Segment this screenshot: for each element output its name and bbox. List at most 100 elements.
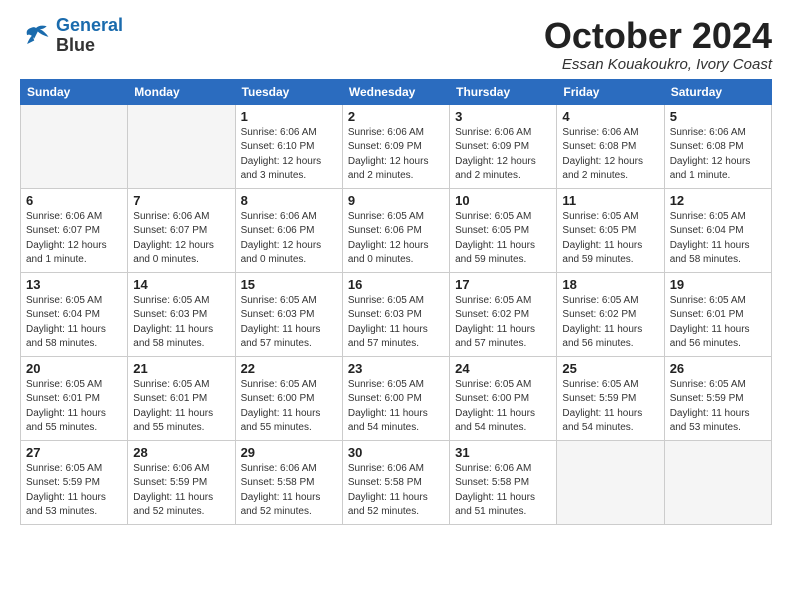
day-number: 20 xyxy=(26,361,122,376)
calendar-cell xyxy=(557,440,664,524)
calendar-day-header: Thursday xyxy=(450,79,557,104)
day-number: 16 xyxy=(348,277,444,292)
calendar-cell: 29 Sunrise: 6:06 AMSunset: 5:58 PMDayligh… xyxy=(235,440,342,524)
calendar-day-header: Sunday xyxy=(21,79,128,104)
calendar-week-row: 27Sunrise: 6:05 AMSunset: 5:59 PMDayligh… xyxy=(21,440,772,524)
day-number: 28 xyxy=(133,445,229,460)
calendar-cell: 20 Sunrise: 6:05 AMSunset: 6:01 PMDayligh… xyxy=(21,356,128,440)
calendar-cell: 3Sunrise: 6:06 AMSunset: 6:09 PMDaylight… xyxy=(450,104,557,188)
day-info: Sunrise: 6:06 AMSunset: 5:59 PMDaylight:… xyxy=(133,462,229,520)
title-block: October 2024 Essan Kouakoukro, Ivory Coa… xyxy=(544,16,772,73)
day-number: 24 xyxy=(455,361,551,376)
calendar-cell: 13 Sunrise: 6:05 AMSunset: 6:04 PMDayligh… xyxy=(21,272,128,356)
calendar-cell: 30Sunrise: 6:06 AMSunset: 5:58 PMDayligh… xyxy=(342,440,449,524)
calendar-cell: 10 Sunrise: 6:05 AMSunset: 6:05 PMDayligh… xyxy=(450,188,557,272)
page: General Blue October 2024 Essan Kouakouk… xyxy=(0,0,792,535)
calendar-cell: 17 Sunrise: 6:05 AMSunset: 6:02 PMDayligh… xyxy=(450,272,557,356)
day-info: Sunrise: 6:05 AMSunset: 6:01 PMDaylight:… xyxy=(670,294,766,352)
calendar-cell: 7Sunrise: 6:06 AMSunset: 6:07 PMDaylight… xyxy=(128,188,235,272)
calendar-cell: 11 Sunrise: 6:05 AMSunset: 6:05 PMDayligh… xyxy=(557,188,664,272)
day-info: Sunrise: 6:05 AMSunset: 6:03 PMDaylight:… xyxy=(241,294,337,352)
calendar-cell: 4Sunrise: 6:06 AMSunset: 6:08 PMDaylight… xyxy=(557,104,664,188)
day-info: Sunrise: 6:06 AMSunset: 6:08 PMDaylight:… xyxy=(670,126,766,184)
calendar-cell xyxy=(664,440,771,524)
calendar-cell xyxy=(21,104,128,188)
logo-bird-icon xyxy=(20,22,52,50)
day-number: 17 xyxy=(455,277,551,292)
day-number: 8 xyxy=(241,193,337,208)
calendar-cell: 31Sunrise: 6:06 AMSunset: 5:58 PMDayligh… xyxy=(450,440,557,524)
day-info: Sunrise: 6:05 AMSunset: 6:04 PMDaylight:… xyxy=(26,294,122,352)
calendar-cell: 24 Sunrise: 6:05 AMSunset: 6:00 PMDayligh… xyxy=(450,356,557,440)
calendar-cell: 15 Sunrise: 6:05 AMSunset: 6:03 PMDayligh… xyxy=(235,272,342,356)
calendar-cell: 25 Sunrise: 6:05 AMSunset: 5:59 PMDayligh… xyxy=(557,356,664,440)
calendar-week-row: 6Sunrise: 6:06 AMSunset: 6:07 PMDaylight… xyxy=(21,188,772,272)
day-number: 4 xyxy=(562,109,658,124)
day-info: Sunrise: 6:06 AMSunset: 6:07 PMDaylight:… xyxy=(133,210,229,268)
day-info: Sunrise: 6:05 AMSunset: 5:59 PMDaylight:… xyxy=(562,378,658,436)
day-info: Sunrise: 6:05 AMSunset: 6:06 PMDaylight:… xyxy=(348,210,444,268)
calendar-day-header: Friday xyxy=(557,79,664,104)
calendar-cell: 5 Sunrise: 6:06 AMSunset: 6:08 PMDaylight… xyxy=(664,104,771,188)
calendar-day-header: Monday xyxy=(128,79,235,104)
day-info: Sunrise: 6:05 AMSunset: 6:01 PMDaylight:… xyxy=(26,378,122,436)
calendar-week-row: 13 Sunrise: 6:05 AMSunset: 6:04 PMDayligh… xyxy=(21,272,772,356)
day-info: Sunrise: 6:06 AMSunset: 5:58 PMDaylight:… xyxy=(241,462,337,520)
day-number: 1 xyxy=(241,109,337,124)
day-number: 5 xyxy=(670,109,766,124)
day-number: 12 xyxy=(670,193,766,208)
day-number: 13 xyxy=(26,277,122,292)
logo: General Blue xyxy=(20,16,123,56)
day-info: Sunrise: 6:05 AMSunset: 6:00 PMDaylight:… xyxy=(455,378,551,436)
logo-line2: Blue xyxy=(56,36,123,56)
calendar-cell: 28 Sunrise: 6:06 AMSunset: 5:59 PMDayligh… xyxy=(128,440,235,524)
day-number: 19 xyxy=(670,277,766,292)
calendar-body: 1 Sunrise: 6:06 AMSunset: 6:10 PMDaylight… xyxy=(21,104,772,524)
calendar-cell: 22Sunrise: 6:05 AMSunset: 6:00 PMDayligh… xyxy=(235,356,342,440)
day-number: 3 xyxy=(455,109,551,124)
day-number: 10 xyxy=(455,193,551,208)
day-info: Sunrise: 6:06 AMSunset: 6:09 PMDaylight:… xyxy=(348,126,444,184)
calendar-cell: 21Sunrise: 6:05 AMSunset: 6:01 PMDayligh… xyxy=(128,356,235,440)
day-info: Sunrise: 6:05 AMSunset: 6:02 PMDaylight:… xyxy=(455,294,551,352)
day-info: Sunrise: 6:05 AMSunset: 6:03 PMDaylight:… xyxy=(348,294,444,352)
day-number: 22 xyxy=(241,361,337,376)
day-info: Sunrise: 6:05 AMSunset: 6:04 PMDaylight:… xyxy=(670,210,766,268)
calendar-cell: 9Sunrise: 6:05 AMSunset: 6:06 PMDaylight… xyxy=(342,188,449,272)
day-info: Sunrise: 6:05 AMSunset: 6:01 PMDaylight:… xyxy=(133,378,229,436)
day-number: 14 xyxy=(133,277,229,292)
day-number: 15 xyxy=(241,277,337,292)
day-info: Sunrise: 6:06 AMSunset: 5:58 PMDaylight:… xyxy=(455,462,551,520)
day-info: Sunrise: 6:05 AMSunset: 6:03 PMDaylight:… xyxy=(133,294,229,352)
calendar-cell: 23Sunrise: 6:05 AMSunset: 6:00 PMDayligh… xyxy=(342,356,449,440)
calendar-day-header: Wednesday xyxy=(342,79,449,104)
calendar-week-row: 1 Sunrise: 6:06 AMSunset: 6:10 PMDaylight… xyxy=(21,104,772,188)
day-number: 2 xyxy=(348,109,444,124)
day-info: Sunrise: 6:06 AMSunset: 6:07 PMDaylight:… xyxy=(26,210,122,268)
day-info: Sunrise: 6:06 AMSunset: 6:10 PMDaylight:… xyxy=(241,126,337,184)
calendar-cell: 14 Sunrise: 6:05 AMSunset: 6:03 PMDayligh… xyxy=(128,272,235,356)
day-info: Sunrise: 6:05 AMSunset: 6:02 PMDaylight:… xyxy=(562,294,658,352)
day-info: Sunrise: 6:05 AMSunset: 6:05 PMDaylight:… xyxy=(455,210,551,268)
day-info: Sunrise: 6:05 AMSunset: 6:00 PMDaylight:… xyxy=(348,378,444,436)
header: General Blue October 2024 Essan Kouakouk… xyxy=(20,16,772,73)
day-number: 25 xyxy=(562,361,658,376)
location-subtitle: Essan Kouakoukro, Ivory Coast xyxy=(544,56,772,73)
day-info: Sunrise: 6:05 AMSunset: 6:05 PMDaylight:… xyxy=(562,210,658,268)
day-number: 27 xyxy=(26,445,122,460)
calendar-header: SundayMondayTuesdayWednesdayThursdayFrid… xyxy=(21,79,772,104)
logo-line1: General xyxy=(56,15,123,35)
calendar-cell: 1 Sunrise: 6:06 AMSunset: 6:10 PMDaylight… xyxy=(235,104,342,188)
calendar-cell: 26Sunrise: 6:05 AMSunset: 5:59 PMDayligh… xyxy=(664,356,771,440)
header-row: SundayMondayTuesdayWednesdayThursdayFrid… xyxy=(21,79,772,104)
day-number: 26 xyxy=(670,361,766,376)
calendar-cell: 2 Sunrise: 6:06 AMSunset: 6:09 PMDaylight… xyxy=(342,104,449,188)
calendar-week-row: 20 Sunrise: 6:05 AMSunset: 6:01 PMDayligh… xyxy=(21,356,772,440)
calendar-day-header: Saturday xyxy=(664,79,771,104)
calendar-cell: 12 Sunrise: 6:05 AMSunset: 6:04 PMDayligh… xyxy=(664,188,771,272)
calendar-cell: 18 Sunrise: 6:05 AMSunset: 6:02 PMDayligh… xyxy=(557,272,664,356)
day-number: 18 xyxy=(562,277,658,292)
day-number: 29 xyxy=(241,445,337,460)
day-number: 11 xyxy=(562,193,658,208)
day-number: 30 xyxy=(348,445,444,460)
